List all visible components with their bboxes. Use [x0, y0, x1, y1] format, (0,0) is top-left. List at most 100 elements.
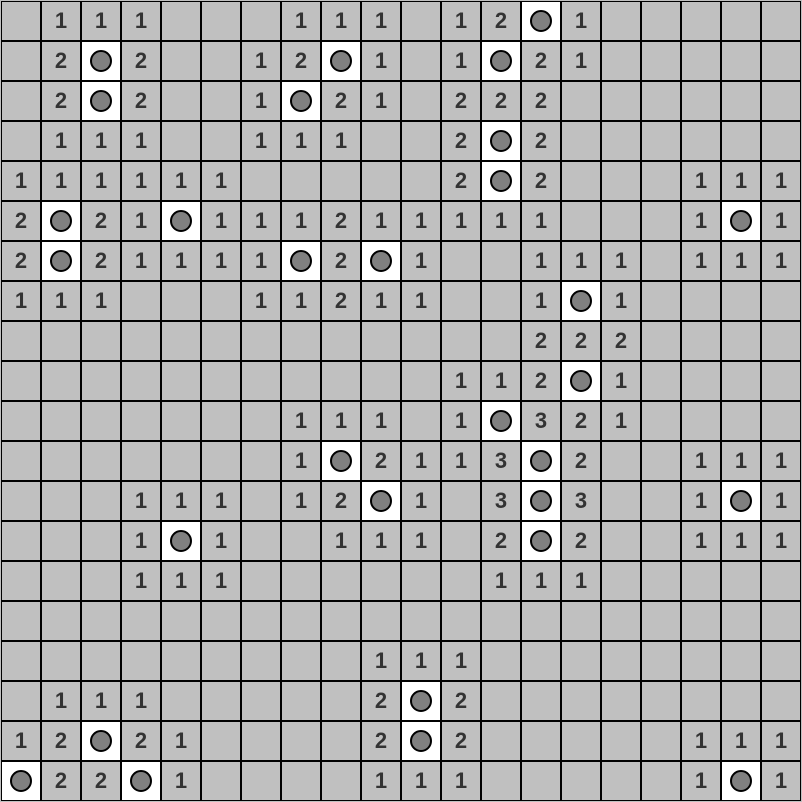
cell-number-1[interactable]: 1 [241, 81, 281, 121]
cell-number-2[interactable]: 2 [521, 41, 561, 81]
cell-empty[interactable] [121, 361, 161, 401]
cell-empty[interactable] [361, 561, 401, 601]
cell-empty[interactable] [121, 441, 161, 481]
cell-number-1[interactable]: 1 [761, 521, 801, 561]
cell-mine[interactable] [401, 721, 441, 761]
cell-empty[interactable] [201, 1, 241, 41]
cell-empty[interactable] [561, 721, 601, 761]
cell-empty[interactable] [761, 401, 801, 441]
cell-number-2[interactable]: 2 [521, 321, 561, 361]
cell-number-2[interactable]: 2 [321, 281, 361, 321]
cell-empty[interactable] [401, 1, 441, 41]
cell-number-2[interactable]: 2 [521, 161, 561, 201]
cell-empty[interactable] [521, 641, 561, 681]
cell-empty[interactable] [561, 161, 601, 201]
cell-number-2[interactable]: 2 [561, 521, 601, 561]
cell-empty[interactable] [321, 641, 361, 681]
cell-empty[interactable] [121, 601, 161, 641]
cell-number-1[interactable]: 1 [361, 41, 401, 81]
cell-mine[interactable] [361, 481, 401, 521]
cell-mine[interactable] [481, 401, 521, 441]
cell-number-1[interactable]: 1 [721, 441, 761, 481]
cell-number-1[interactable]: 1 [201, 201, 241, 241]
cell-empty[interactable] [641, 121, 681, 161]
cell-number-1[interactable]: 1 [161, 241, 201, 281]
cell-number-1[interactable]: 1 [81, 281, 121, 321]
cell-number-1[interactable]: 1 [721, 241, 761, 281]
cell-number-1[interactable]: 1 [121, 201, 161, 241]
cell-number-1[interactable]: 1 [161, 161, 201, 201]
cell-number-1[interactable]: 1 [161, 481, 201, 521]
cell-number-2[interactable]: 2 [121, 81, 161, 121]
cell-empty[interactable] [41, 481, 81, 521]
cell-number-1[interactable]: 1 [121, 481, 161, 521]
cell-number-1[interactable]: 1 [1, 721, 41, 761]
cell-empty[interactable] [721, 601, 761, 641]
cell-number-1[interactable]: 1 [41, 681, 81, 721]
cell-mine[interactable] [721, 481, 761, 521]
cell-empty[interactable] [241, 1, 281, 41]
cell-empty[interactable] [1, 41, 41, 81]
cell-empty[interactable] [641, 41, 681, 81]
cell-empty[interactable] [641, 241, 681, 281]
cell-number-1[interactable]: 1 [321, 401, 361, 441]
cell-number-1[interactable]: 1 [681, 441, 721, 481]
cell-number-1[interactable]: 1 [561, 561, 601, 601]
cell-mine[interactable] [521, 441, 561, 481]
cell-number-1[interactable]: 1 [441, 1, 481, 41]
cell-empty[interactable] [641, 1, 681, 41]
cell-empty[interactable] [361, 361, 401, 401]
cell-empty[interactable] [601, 641, 641, 681]
cell-empty[interactable] [521, 681, 561, 721]
cell-empty[interactable] [561, 681, 601, 721]
cell-empty[interactable] [681, 1, 721, 41]
cell-number-2[interactable]: 2 [81, 761, 121, 801]
cell-empty[interactable] [201, 721, 241, 761]
cell-empty[interactable] [1, 441, 41, 481]
cell-number-1[interactable]: 1 [481, 561, 521, 601]
cell-number-2[interactable]: 2 [41, 81, 81, 121]
cell-number-1[interactable]: 1 [281, 401, 321, 441]
cell-empty[interactable] [641, 681, 681, 721]
cell-empty[interactable] [441, 241, 481, 281]
cell-empty[interactable] [321, 321, 361, 361]
cell-empty[interactable] [361, 121, 401, 161]
cell-empty[interactable] [761, 121, 801, 161]
cell-number-2[interactable]: 2 [321, 81, 361, 121]
cell-number-1[interactable]: 1 [281, 281, 321, 321]
cell-number-2[interactable]: 2 [1, 201, 41, 241]
cell-empty[interactable] [681, 281, 721, 321]
cell-number-1[interactable]: 1 [241, 201, 281, 241]
cell-mine[interactable] [281, 241, 321, 281]
cell-empty[interactable] [161, 321, 201, 361]
cell-mine[interactable] [481, 41, 521, 81]
cell-empty[interactable] [41, 321, 81, 361]
cell-empty[interactable] [641, 441, 681, 481]
cell-empty[interactable] [641, 81, 681, 121]
cell-empty[interactable] [161, 401, 201, 441]
cell-empty[interactable] [121, 401, 161, 441]
cell-number-2[interactable]: 2 [521, 121, 561, 161]
cell-empty[interactable] [721, 321, 761, 361]
cell-number-1[interactable]: 1 [361, 401, 401, 441]
cell-empty[interactable] [761, 81, 801, 121]
cell-empty[interactable] [241, 761, 281, 801]
cell-number-1[interactable]: 1 [281, 121, 321, 161]
cell-number-1[interactable]: 1 [761, 201, 801, 241]
cell-number-1[interactable]: 1 [361, 1, 401, 41]
cell-number-1[interactable]: 1 [361, 641, 401, 681]
cell-number-1[interactable]: 1 [241, 281, 281, 321]
cell-empty[interactable] [721, 121, 761, 161]
cell-number-1[interactable]: 1 [401, 201, 441, 241]
cell-empty[interactable] [641, 481, 681, 521]
cell-mine[interactable] [521, 481, 561, 521]
cell-number-1[interactable]: 1 [41, 1, 81, 41]
cell-empty[interactable] [601, 721, 641, 761]
cell-empty[interactable] [401, 561, 441, 601]
cell-number-3[interactable]: 3 [561, 481, 601, 521]
cell-empty[interactable] [321, 721, 361, 761]
cell-number-1[interactable]: 1 [681, 161, 721, 201]
cell-empty[interactable] [761, 41, 801, 81]
cell-number-2[interactable]: 2 [321, 481, 361, 521]
cell-empty[interactable] [721, 41, 761, 81]
